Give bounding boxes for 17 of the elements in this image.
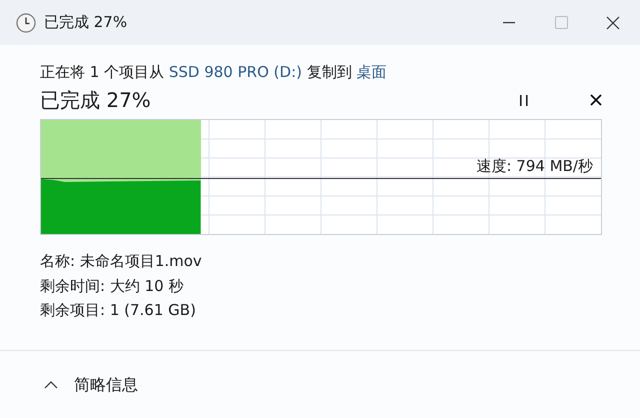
window-title: 已完成 27%	[44, 12, 128, 34]
source-link[interactable]: SSD 980 PRO (D:)	[168, 63, 302, 81]
clock-icon	[16, 12, 36, 32]
destination-link[interactable]: 桌面	[356, 63, 387, 81]
minimize-icon	[503, 22, 515, 24]
details-toggle[interactable]: 简略信息	[44, 372, 138, 396]
close-icon	[606, 16, 620, 30]
detail-text: 剩余时间: 大约 10 秒	[40, 276, 184, 296]
cancel-icon	[590, 94, 602, 106]
status-message: 正在将 1 个项目从 SSD 980 PRO (D:) 复制到 桌面	[40, 62, 388, 83]
detail-text: 名称: 未命名项目1.mov	[40, 251, 203, 272]
detail-text: 剩余项目: 1 (7.61 GB)	[40, 300, 197, 321]
pause-icon	[520, 94, 528, 106]
progress-heading: 已完成 27%	[40, 87, 152, 114]
chevron-icon	[44, 380, 58, 388]
speed-label: 速度: 794 MB/秒	[476, 156, 593, 176]
maximize-icon	[554, 16, 568, 29]
